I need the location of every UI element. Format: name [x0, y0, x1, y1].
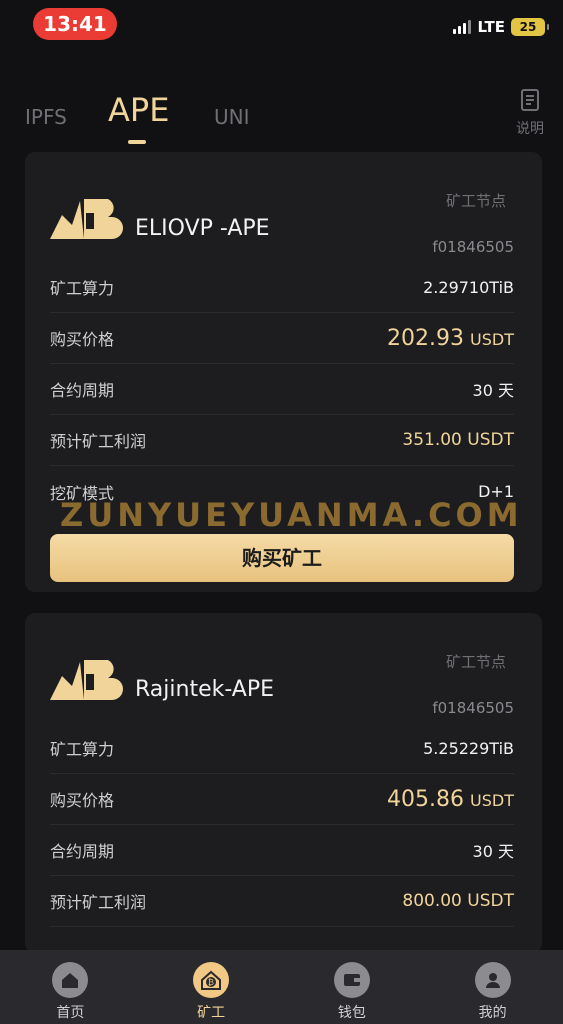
node-label: 矿工节点 — [445, 653, 506, 671]
row-expected-profit: 预计矿工利润 800.00 USDT — [50, 876, 514, 927]
nav-wallet[interactable]: 钱包 — [282, 950, 423, 1024]
home-icon — [52, 962, 89, 998]
price-value: 202.93 — [387, 325, 465, 351]
buy-miner-button[interactable]: 购买矿工 — [50, 534, 514, 582]
node-id: f01846505 — [432, 699, 514, 717]
nav-miner[interactable]: ₿ 矿工 — [141, 950, 282, 1024]
user-icon — [474, 962, 511, 998]
price-value: 405.86 — [387, 786, 465, 812]
help-button[interactable]: 说明 — [510, 88, 550, 138]
row-contract-period: 合约周期 30 天 — [50, 364, 514, 415]
node-id: f01846505 — [432, 238, 514, 256]
row-hashrate: 矿工算力 5.25229TiB — [50, 723, 514, 774]
wallet-icon — [333, 962, 370, 998]
row-expected-profit: 预计矿工利润 351.00 USDT — [50, 415, 514, 466]
tab-ipfs[interactable]: IPFS — [25, 105, 67, 129]
battery-icon: 25 — [511, 18, 549, 36]
status-time: 13:41 — [33, 8, 117, 40]
row-hashrate: 矿工算力 2.29710TiB — [50, 262, 514, 313]
row-contract-period: 合约周期 30 天 — [50, 825, 514, 876]
currency-tabs: IPFS APE UNI — [0, 85, 563, 150]
document-icon — [521, 89, 539, 111]
ape-logo — [50, 199, 123, 239]
miner-name: ELIOVP -APE — [135, 216, 270, 241]
nav-profile[interactable]: 我的 — [422, 950, 563, 1024]
tab-ape[interactable]: APE — [108, 91, 169, 129]
price-unit: USDT — [470, 790, 514, 810]
miner-card: Rajintek-APE 矿工节点 f01846505 矿工算力 5.25229… — [25, 613, 542, 953]
bitcoin-icon: ₿ — [193, 962, 230, 998]
status-bar: 13:41 LTE 25 — [0, 0, 563, 50]
help-label: 说明 — [516, 121, 544, 137]
tab-uni[interactable]: UNI — [214, 105, 250, 129]
bottom-nav: 首页 ₿ 矿工 钱包 我的 — [0, 950, 563, 1024]
network-label: LTE — [477, 18, 505, 36]
price-unit: USDT — [470, 329, 514, 349]
svg-text:₿: ₿ — [208, 978, 214, 987]
signal-icon — [453, 20, 472, 34]
active-tab-indicator — [128, 140, 146, 144]
nav-home[interactable]: 首页 — [0, 950, 141, 1024]
node-label: 矿工节点 — [445, 192, 506, 210]
miner-card: ELIOVP -APE 矿工节点 f01846505 矿工算力 2.29710T… — [25, 152, 542, 592]
row-mining-mode: 挖矿模式 D+1 — [50, 482, 514, 503]
ape-logo — [50, 660, 123, 700]
row-price: 购买价格 202.93 USDT — [50, 313, 514, 364]
row-price: 购买价格 405.86 USDT — [50, 774, 514, 825]
miner-name: Rajintek-APE — [135, 677, 275, 702]
